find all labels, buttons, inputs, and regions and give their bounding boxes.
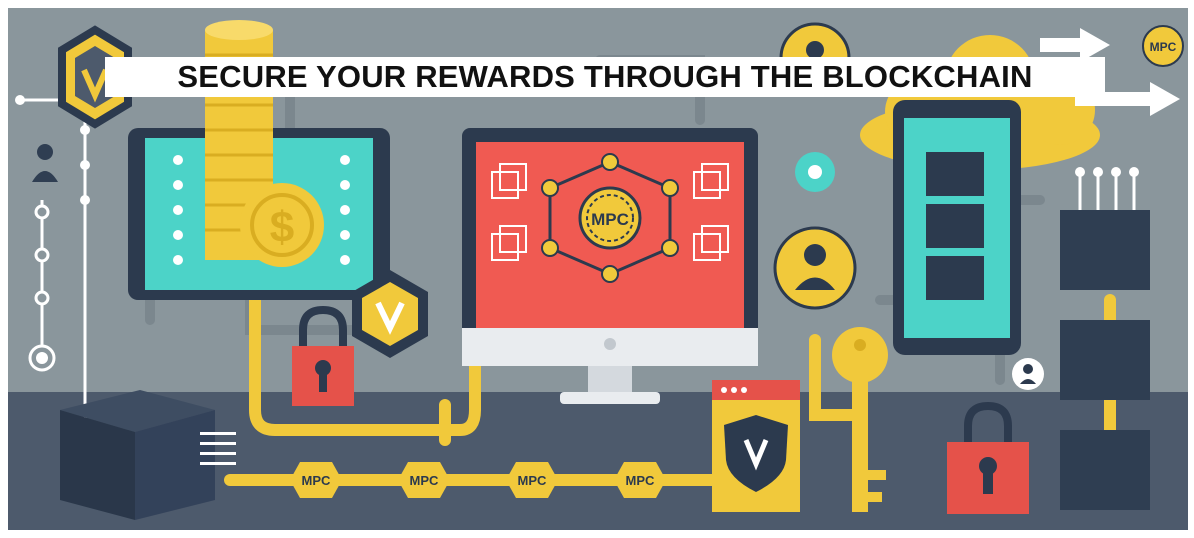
mpc-token-icon: MPC [578, 186, 642, 250]
svg-text:MPC: MPC [591, 210, 629, 229]
svg-text:MPC: MPC [410, 473, 440, 488]
svg-text:$: $ [270, 203, 294, 252]
blockchain-cube-icon [926, 152, 984, 300]
gear-icon [795, 152, 835, 192]
mpc-token-icon: MPC [290, 462, 342, 498]
svg-text:MPC: MPC [1150, 40, 1177, 54]
shield-check-icon [712, 380, 800, 512]
phone-device [893, 100, 1021, 355]
svg-text:MPC: MPC [626, 473, 656, 488]
page-title: SECURE YOUR REWARDS THROUGH THE BLOCKCHA… [177, 59, 1033, 94]
banner-image: $ MPC MPC MPC MPC MPC MPC SECURE YOUR RE… [0, 0, 1194, 538]
mpc-token-icon: MPC [614, 462, 666, 498]
monitor-device: MPC [462, 128, 758, 404]
user-icon [773, 226, 857, 310]
dollar-coin-icon: $ [240, 183, 324, 267]
user-icon [1012, 358, 1044, 390]
title-banner: SECURE YOUR REWARDS THROUGH THE BLOCKCHA… [105, 57, 1105, 97]
blockchain-cube-icon [1060, 210, 1150, 510]
svg-text:MPC: MPC [302, 473, 332, 488]
svg-text:MPC: MPC [518, 473, 548, 488]
mpc-token-icon: MPC [506, 462, 558, 498]
blockchain-cube-icon [60, 390, 215, 520]
mpc-token-icon: MPC [1142, 25, 1184, 67]
mpc-token-icon: MPC [398, 462, 450, 498]
